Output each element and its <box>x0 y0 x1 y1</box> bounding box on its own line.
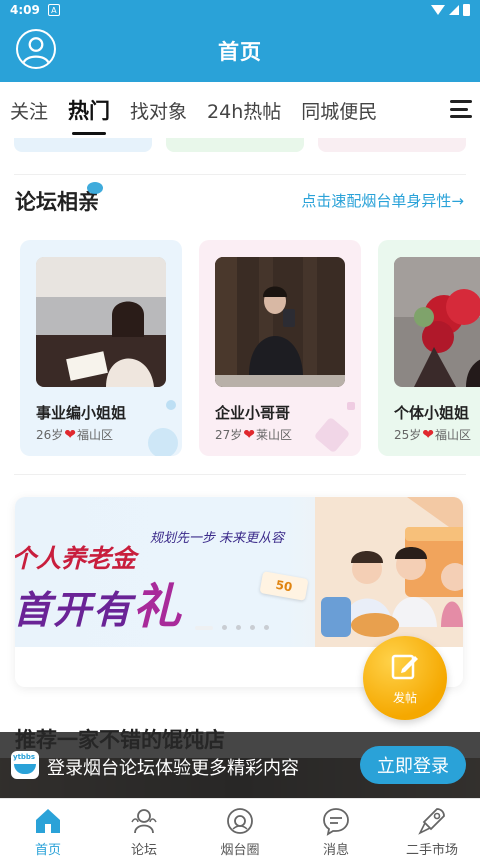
section-title: 论坛相亲 <box>15 182 103 216</box>
profile-district: 福山区 <box>435 428 472 442</box>
pagination-dot[interactable] <box>250 625 255 630</box>
post-button[interactable]: 发帖 <box>363 636 447 720</box>
nav-market[interactable]: 二手市场 <box>384 799 480 858</box>
wifi-icon <box>431 5 445 15</box>
signal-icon <box>449 5 459 15</box>
banner-headline-2a: 首开有 <box>15 588 134 632</box>
profile-cards: 事业编小姐姐 26岁 ❤ 福山区 企业小哥哥 27岁 ❤ 莱山区 个体小姐姐 2… <box>0 240 480 458</box>
nav-label: 消息 <box>322 843 349 858</box>
nav-label: 首页 <box>34 843 61 858</box>
edit-icon <box>390 651 420 685</box>
profile-name: 个体小姐姐 <box>394 404 470 422</box>
battery-icon <box>463 4 470 16</box>
card-decoration <box>347 402 355 410</box>
profile-name: 事业编小姐姐 <box>36 404 127 422</box>
forum-icon <box>129 806 159 836</box>
card-decoration <box>313 416 351 454</box>
divider <box>14 474 466 475</box>
tab-menu-icon[interactable] <box>450 100 472 118</box>
tab-local-service[interactable]: 同城便民 <box>291 97 387 124</box>
profile-card[interactable]: 个体小姐姐 25岁 ❤ 福山区 <box>378 240 480 456</box>
tab-hot[interactable]: 热门 <box>58 95 120 135</box>
card-decoration <box>148 428 178 456</box>
bottom-nav: 首页 论坛 烟台圈 消息 二手市场 <box>0 798 480 858</box>
app-screen: 4:09 A 首页 关注 热门 找对象 24h热帖 同城便民 论坛相亲 点击速配… <box>0 0 480 858</box>
tab-bar: 关注 热门 找对象 24h热帖 同城便民 <box>0 82 480 138</box>
profile-age: 26岁 <box>36 428 64 442</box>
logo-wave <box>14 764 36 774</box>
profile-photo <box>394 257 480 387</box>
tab-24h-hot[interactable]: 24h热帖 <box>197 97 291 124</box>
login-prompt-text: 登录烟台论坛体验更多精彩内容 <box>47 758 299 779</box>
notification-icon: A <box>47 4 60 16</box>
app-header: 首页 <box>0 20 480 82</box>
profile-age: 25岁 <box>394 428 422 442</box>
nav-label: 烟台圈 <box>220 843 260 858</box>
login-button[interactable]: 立即登录 <box>360 746 466 784</box>
heart-icon: ❤ <box>64 426 77 443</box>
tab-follow[interactable]: 关注 <box>0 97 58 124</box>
banner-slogan: 规划先一步 未来更从容 <box>150 531 285 546</box>
profile-meta: 25岁 ❤ 福山区 <box>394 426 471 443</box>
banner-headline-2: 首开有礼 <box>15 567 183 637</box>
pagination-dot[interactable] <box>195 625 213 630</box>
profile-district: 莱山区 <box>256 428 293 442</box>
prev-card[interactable] <box>166 138 304 152</box>
nav-messages[interactable]: 消息 <box>288 799 384 858</box>
message-icon <box>321 806 351 836</box>
nav-forum[interactable]: 论坛 <box>96 799 192 858</box>
nav-label: 二手市场 <box>405 843 458 858</box>
prev-card[interactable] <box>14 138 152 152</box>
nav-label: 论坛 <box>130 843 157 858</box>
profile-district: 福山区 <box>77 428 114 442</box>
banner-pagination <box>195 625 269 630</box>
circle-icon <box>225 806 255 836</box>
pagination-dot[interactable] <box>264 625 269 630</box>
profile-meta: 26岁 ❤ 福山区 <box>36 426 113 443</box>
heart-icon: ❤ <box>422 426 435 443</box>
pagination-dot[interactable] <box>222 625 227 630</box>
profile-age: 27岁 <box>215 428 243 442</box>
section-title-text: 论坛相亲 <box>15 190 99 214</box>
status-bar: 4:09 A <box>0 0 480 20</box>
title-decoration <box>87 182 103 194</box>
page-title: 首页 <box>218 40 262 64</box>
logo-text: ytbbs <box>13 753 36 761</box>
divider <box>14 174 466 175</box>
market-icon <box>417 806 447 836</box>
post-button-label: 发帖 <box>392 690 417 705</box>
nav-home[interactable]: 首页 <box>0 799 96 858</box>
status-indicators <box>431 4 470 16</box>
promo-banner[interactable]: 规划先一步 未来更从容 个人养老金 首开有礼 50 <box>15 497 463 647</box>
pagination-dot[interactable] <box>236 625 241 630</box>
profile-name: 企业小哥哥 <box>215 404 291 422</box>
card-decoration <box>166 400 176 410</box>
status-time: 4:09 <box>10 3 40 17</box>
match-link[interactable]: 点击速配烟台单身异性→ <box>301 190 464 211</box>
tab-find-partner[interactable]: 找对象 <box>120 97 197 124</box>
prev-card[interactable] <box>318 138 466 152</box>
profile-card[interactable]: 事业编小姐姐 26岁 ❤ 福山区 <box>20 240 182 456</box>
profile-photo <box>215 257 345 387</box>
user-avatar-icon[interactable] <box>16 29 56 69</box>
heart-icon: ❤ <box>243 426 256 443</box>
nav-circle[interactable]: 烟台圈 <box>192 799 288 858</box>
home-icon <box>33 806 63 836</box>
profile-meta: 27岁 ❤ 莱山区 <box>215 426 292 443</box>
profile-photo <box>36 257 166 387</box>
banner-headline-2b: 礼 <box>133 579 184 635</box>
profile-card[interactable]: 企业小哥哥 27岁 ❤ 莱山区 <box>199 240 361 456</box>
previous-cards-strip <box>0 138 480 160</box>
login-prompt-bar: ytbbs 登录烟台论坛体验更多精彩内容 立即登录 <box>0 732 480 798</box>
app-logo-icon: ytbbs <box>11 751 39 779</box>
